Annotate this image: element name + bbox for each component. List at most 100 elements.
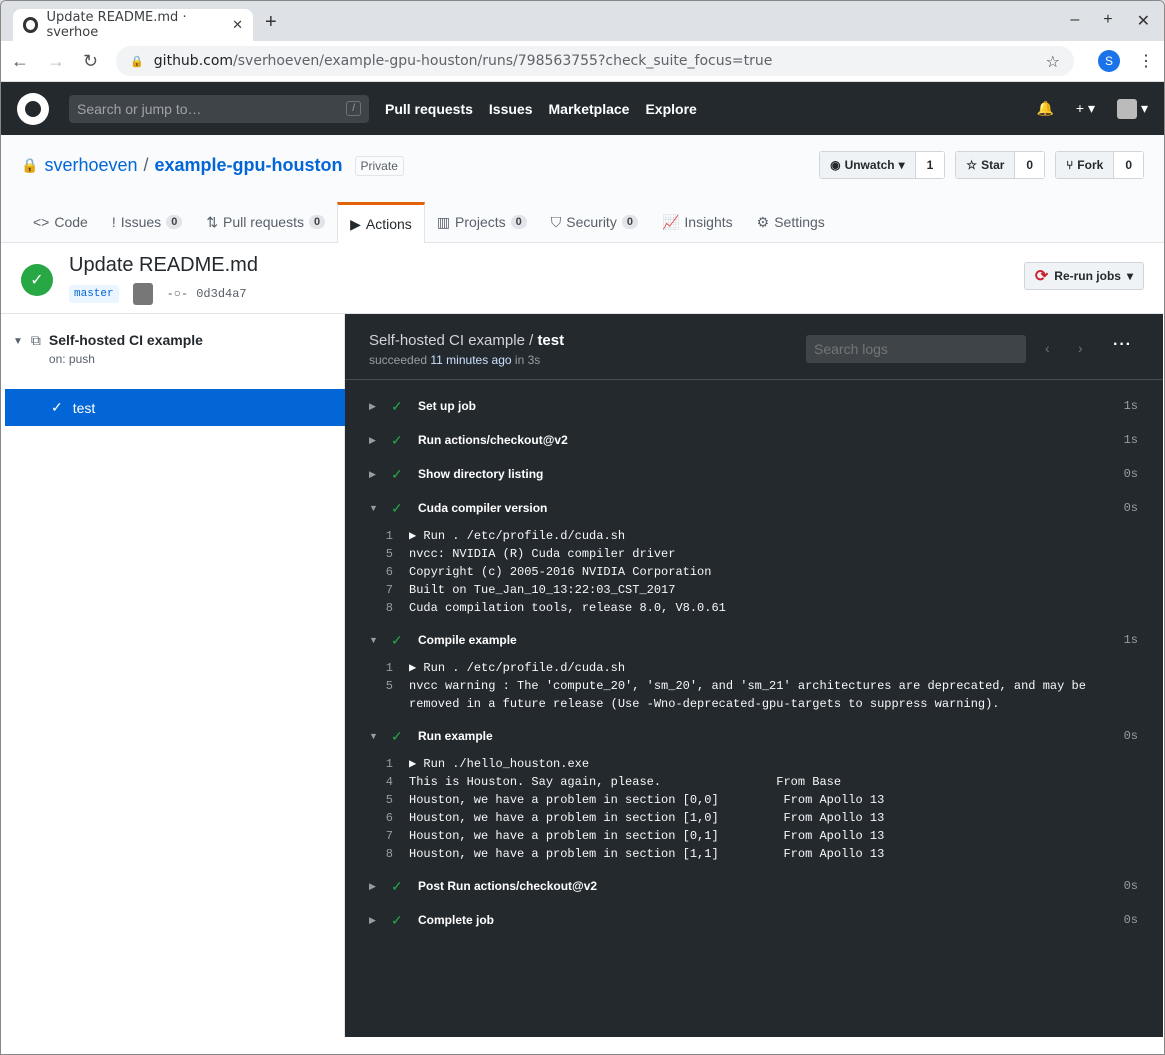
check-icon: ✓ — [391, 727, 403, 744]
collapsed-triangle-icon[interactable]: ▶ — [369, 881, 391, 892]
line-number[interactable]: 8 — [345, 599, 409, 617]
tab-settings[interactable]: ⚙ Settings — [745, 202, 837, 242]
menu-icon[interactable]: ⋮ — [1138, 51, 1154, 71]
line-number[interactable]: 6 — [345, 563, 409, 581]
line-number[interactable]: 6 — [345, 809, 409, 827]
step-row[interactable]: ▶ ✓ Run actions/checkout@v2 1s — [345, 423, 1163, 457]
bookmark-star-icon[interactable]: ☆ — [1046, 52, 1060, 71]
star-icon: ☆ — [966, 158, 978, 172]
job-item-test[interactable]: ✓ test — [5, 389, 345, 426]
tab-insights[interactable]: 📈 Insights — [650, 202, 745, 242]
step-row[interactable]: ▼ ✓ Cuda compiler version 0s — [345, 491, 1163, 525]
step-log: 1 ▶ Run ./hello_houston.exe 4 This is Houst… — [345, 753, 1163, 869]
check-icon: ✓ — [391, 431, 403, 448]
nav-issues[interactable]: Issues — [489, 101, 533, 117]
tab-pull-requests[interactable]: ⇅ Pull requests 0 — [194, 202, 337, 242]
step-row[interactable]: ▼ ✓ Run example 0s — [345, 719, 1163, 753]
fork-button[interactable]: ⑂ Fork — [1056, 152, 1115, 178]
tab-projects[interactable]: ▥ Projects 0 — [425, 202, 539, 242]
watchers-count[interactable]: 1 — [915, 152, 945, 178]
workflow-name: Self-hosted CI example — [48, 332, 203, 348]
tab-label: Actions — [365, 216, 412, 232]
back-icon[interactable]: ← — [11, 51, 29, 72]
tab-count: 0 — [308, 215, 326, 229]
expanded-triangle-icon[interactable]: ▼ — [369, 503, 391, 513]
tab-issues[interactable]: ! Issues 0 — [100, 202, 194, 242]
minimize-icon[interactable]: – — [1070, 11, 1079, 31]
collapsed-triangle-icon[interactable]: ▶ — [369, 469, 391, 480]
check-icon: ✓ — [51, 399, 63, 415]
line-text: Copyright (c) 2005-2016 NVIDIA Corporati… — [409, 565, 712, 579]
line-number[interactable]: 5 — [345, 677, 409, 695]
nav-explore[interactable]: Explore — [645, 101, 696, 117]
commit-sha[interactable]: 0d3d4a7 — [196, 287, 246, 301]
step-row[interactable]: ▶ ✓ Complete job 0s — [345, 903, 1163, 937]
user-avatar-menu[interactable]: ▾ — [1116, 98, 1148, 119]
author-avatar[interactable] — [132, 283, 153, 305]
more-options-icon[interactable]: ··· — [1113, 336, 1132, 354]
search-logs-input[interactable] — [806, 335, 1026, 363]
line-text: Houston, we have a problem in section [0… — [409, 829, 885, 843]
line-number[interactable] — [345, 695, 409, 713]
workflow-item[interactable]: ▼ ⧉ Self-hosted CI example on: push — [5, 314, 344, 366]
step-row[interactable]: ▶ ✓ Post Run actions/checkout@v2 0s — [345, 869, 1163, 903]
url-field[interactable]: 🔒 github.com/sverhoeven/example-gpu-hous… — [116, 46, 1074, 76]
lock-icon: 🔒 — [21, 157, 39, 173]
notifications-bell-icon[interactable]: 🔔 — [1036, 100, 1053, 117]
line-number[interactable]: 5 — [345, 791, 409, 809]
maximize-icon[interactable]: + — [1103, 11, 1112, 31]
repo-owner-link[interactable]: sverhoeven — [44, 155, 137, 176]
collapsed-triangle-icon[interactable]: ▶ — [369, 401, 391, 412]
workflow-icon: ⧉ — [30, 332, 41, 348]
forward-icon[interactable]: → — [47, 51, 65, 72]
tab-security[interactable]: ⛉ Security 0 — [539, 202, 650, 242]
profile-avatar[interactable]: S — [1098, 50, 1120, 72]
step-list: ▶ ✓ Set up job 1s ▶ ✓ Run actions/checkout@v2 1… — [345, 380, 1163, 937]
line-number[interactable]: 1 — [345, 659, 409, 677]
line-number[interactable]: 4 — [345, 773, 409, 791]
tab-code[interactable]: <> Code — [21, 202, 100, 242]
expanded-triangle-icon[interactable]: ▼ — [369, 635, 391, 645]
step-row[interactable]: ▼ ✓ Compile example 1s — [345, 623, 1163, 657]
line-number[interactable]: 8 — [345, 845, 409, 863]
star-button[interactable]: ☆ Star — [956, 152, 1016, 178]
close-window-icon[interactable]: ✕ — [1137, 11, 1150, 31]
commit-icon: -○- — [166, 287, 189, 301]
search-input[interactable]: Search or jump to… / — [69, 94, 369, 123]
sync-icon: ⟳ — [1034, 268, 1049, 285]
line-number[interactable]: 1 — [345, 755, 409, 773]
collapse-triangle-icon[interactable]: ▼ — [13, 336, 23, 366]
collapsed-triangle-icon[interactable]: ▶ — [369, 435, 391, 446]
branch-badge[interactable]: master — [69, 285, 119, 303]
line-number[interactable]: 7 — [345, 581, 409, 599]
nav-pull-requests[interactable]: Pull requests — [385, 101, 473, 117]
repo-name-link[interactable]: example-gpu-houston — [155, 155, 343, 176]
line-number[interactable]: 1 — [345, 527, 409, 545]
stars-count[interactable]: 0 — [1015, 152, 1045, 178]
rerun-jobs-button[interactable]: ⟳ Re-run jobs ▾ — [1023, 262, 1144, 290]
reload-icon[interactable]: ↻ — [83, 51, 98, 72]
tab-label: Projects — [455, 214, 506, 230]
tab-actions[interactable]: ▶ Actions — [337, 202, 425, 243]
next-match-icon[interactable]: › — [1078, 340, 1083, 356]
tab-count: 0 — [510, 215, 527, 229]
browser-tab[interactable]: Update README.md · sverhoe ✕ — [13, 9, 253, 41]
create-new-plus-icon[interactable]: + ▾ — [1076, 100, 1095, 117]
prev-match-icon[interactable]: ‹ — [1045, 340, 1050, 356]
log-line: 7 Houston, we have a problem in section [… — [345, 827, 1163, 845]
step-row[interactable]: ▶ ✓ Set up job 1s — [345, 389, 1163, 423]
line-number[interactable]: 5 — [345, 545, 409, 563]
close-tab-icon[interactable]: ✕ — [232, 18, 243, 33]
github-logo-icon[interactable] — [17, 92, 49, 125]
collapsed-triangle-icon[interactable]: ▶ — [369, 915, 391, 926]
line-text: This is Houston. Say again, please. From… — [409, 775, 842, 789]
unwatch-button[interactable]: ◉ Unwatch ▾ — [820, 152, 916, 178]
nav-marketplace[interactable]: Marketplace — [549, 101, 630, 117]
step-row[interactable]: ▶ ✓ Show directory listing 0s — [345, 457, 1163, 491]
line-number[interactable]: 7 — [345, 827, 409, 845]
step-duration: 1s — [1123, 633, 1138, 647]
log-line: 1 ▶ Run ./hello_houston.exe — [345, 755, 1163, 773]
forks-count[interactable]: 0 — [1114, 152, 1143, 178]
expanded-triangle-icon[interactable]: ▼ — [369, 731, 391, 741]
new-tab-icon[interactable]: + — [265, 11, 277, 34]
